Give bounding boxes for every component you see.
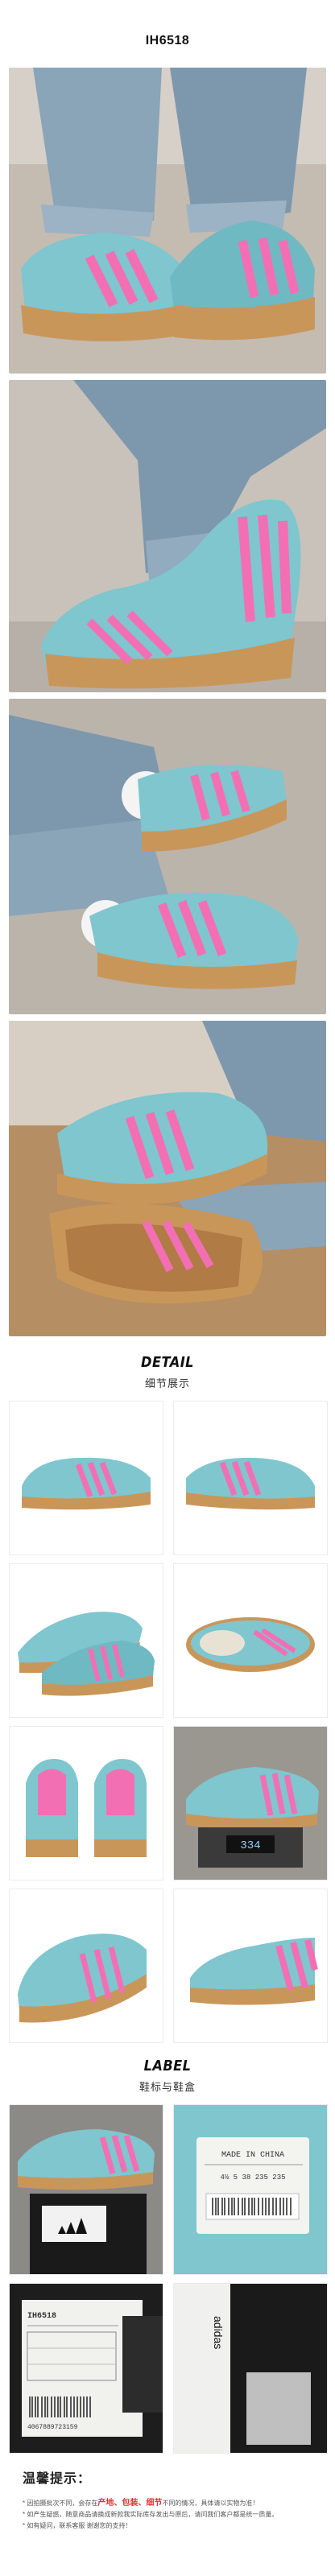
detail-tile-side-right	[173, 1401, 328, 1555]
product-photo-4	[9, 1021, 326, 1336]
detail-tile-weight-scale: 334	[173, 1726, 328, 1880]
notice-line-1: * 因拍摄批次不同，会存在产地、包装、细节不同的情况，具体请以实物为准！	[23, 2498, 312, 2509]
notice-title: 温馨提示：	[23, 2472, 92, 2486]
notice-line-1-prefix: * 因拍摄批次不同，会存在	[23, 2500, 98, 2507]
notice-line-1-highlight: 产地、包装、细节	[97, 2499, 163, 2508]
label-tile-tongue-tag: MADE IN CHINA 4½ 5 38 235 235	[173, 2104, 328, 2275]
detail-tile-pair-angle	[9, 1563, 163, 1718]
product-photo-3	[9, 699, 326, 1014]
product-photo-1	[9, 68, 326, 374]
box-label-code: IH6518	[27, 2312, 56, 2321]
label-tile-box-label: IH6518 4067889723159	[9, 2283, 163, 2454]
model-code-title: IH6518	[145, 34, 190, 47]
shoe-label-origin: MADE IN CHINA	[221, 2151, 284, 2160]
detail-tile-heels	[9, 1726, 163, 1880]
notice-line-1-suffix: 不同的情况，具体请以实物为准！	[162, 2500, 259, 2507]
label-section-title: LABEL	[143, 2058, 192, 2074]
shoe-label-sizes: 4½ 5 38 235 235	[220, 2174, 285, 2182]
notice-line-3: * 如有疑问，联系客服 谢谢您的支持！	[23, 2522, 132, 2529]
box-brand-logo-text: adidas	[212, 2316, 225, 2349]
detail-tile-heel-side	[173, 1889, 328, 2043]
product-photo-2	[9, 380, 326, 692]
notice-panel: 温馨提示： * 因拍摄批次不同，会存在产地、包装、细节不同的情况，具体请以实物为…	[23, 2467, 312, 2532]
scale-readout: 334	[240, 1839, 260, 1852]
box-label-barcode-number: 4067889723159	[27, 2424, 78, 2431]
detail-section-title: DETAIL	[141, 1354, 194, 1371]
detail-tile-pair-front	[9, 1889, 163, 2043]
label-tile-box-logo: adidas	[173, 2283, 328, 2454]
label-tile-shoe-on-box	[9, 2104, 163, 2275]
notice-line-2: * 如产生疑惑，随意商品请换成新款我实际库存发出与原后，请问我们客户都是统一质量…	[23, 2511, 279, 2518]
label-section-subtitle: 鞋标与鞋盒	[139, 2081, 196, 2093]
detail-tile-top-view	[173, 1563, 328, 1718]
detail-tile-side-left	[9, 1401, 163, 1555]
detail-section-subtitle: 细节展示	[144, 1377, 190, 1389]
